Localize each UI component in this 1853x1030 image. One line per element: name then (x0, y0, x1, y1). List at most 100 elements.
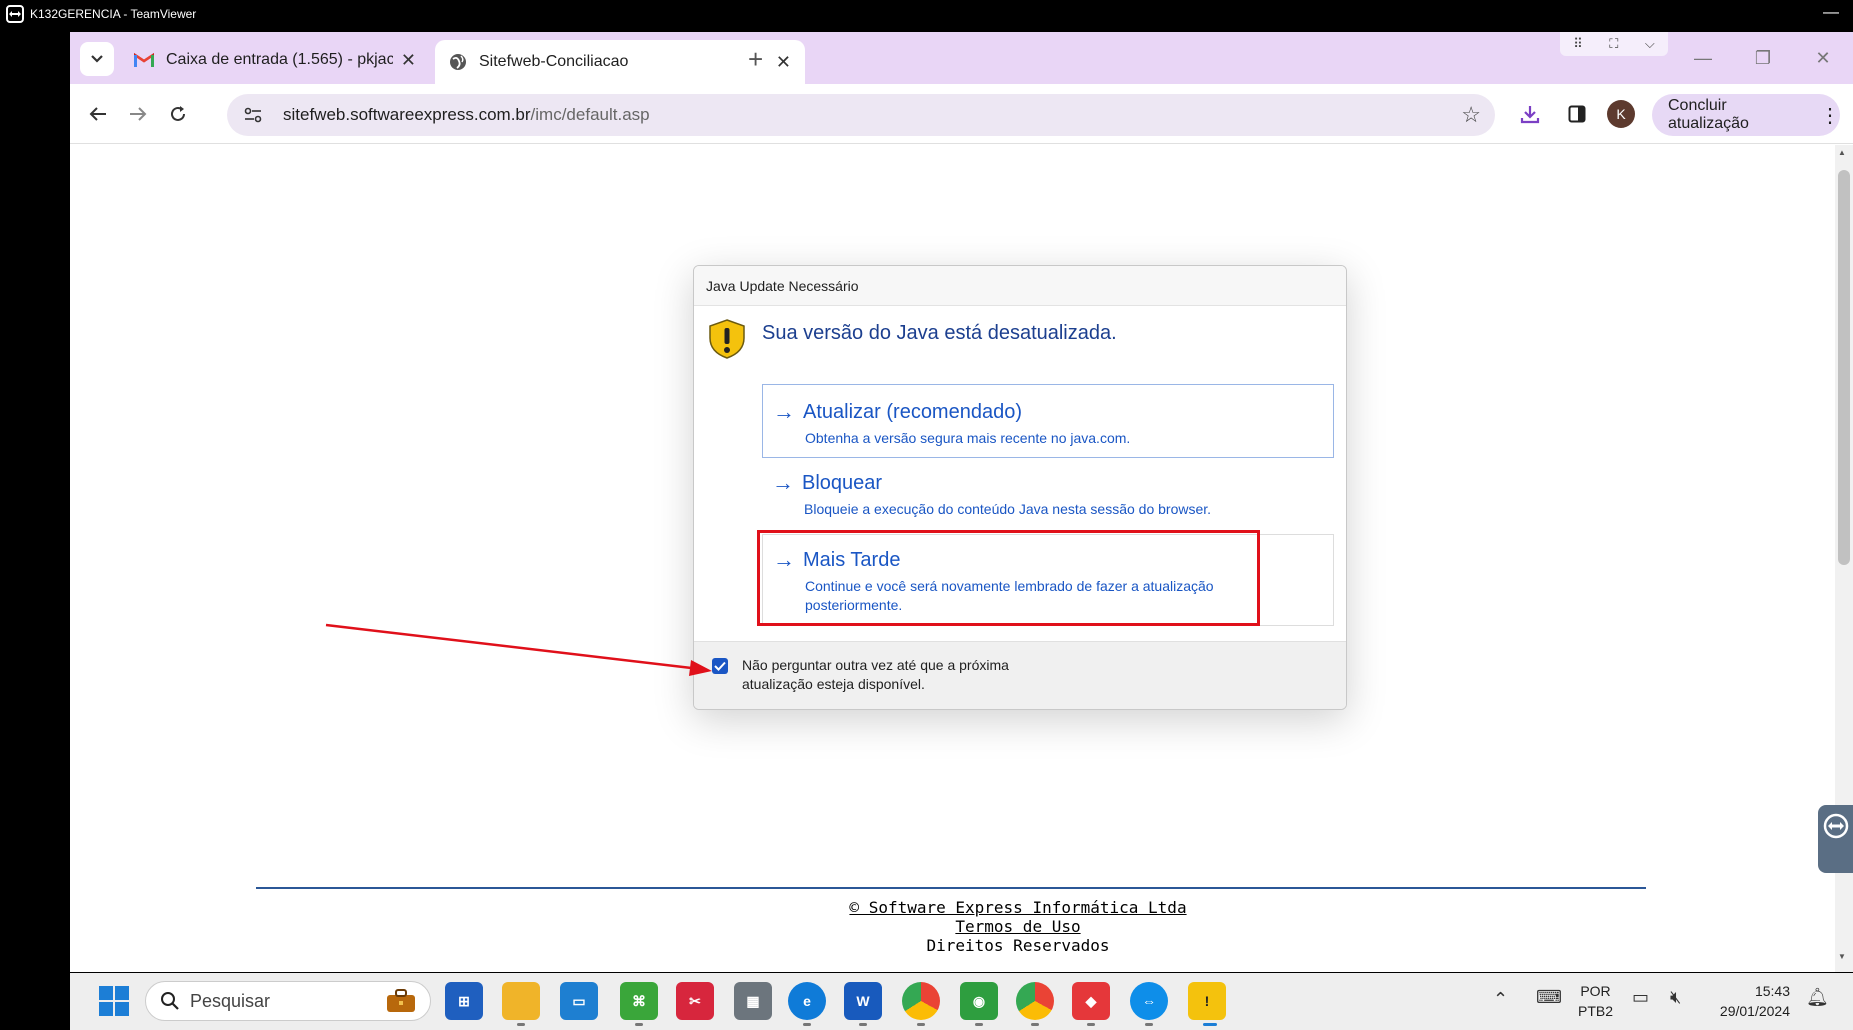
arrow-right-icon: → (772, 470, 794, 495)
drag-handle-icon[interactable]: ⠿ (1573, 36, 1583, 52)
word-icon[interactable]: W (844, 982, 882, 1020)
running-indicator (1087, 1023, 1095, 1026)
back-button[interactable] (78, 94, 118, 134)
block-option[interactable]: → Bloquear Bloqueie a execução do conteúd… (762, 466, 1334, 536)
minimize-button[interactable]: — (1673, 48, 1733, 69)
windows-taskbar: Pesquisar ⊞ ▭ ⌘ ✂ ▦ e W ◉ ◆ ⇔ ! ⌃ ⌨ POR … (70, 973, 1853, 1030)
teamviewer-minimize-button[interactable]: — (1823, 4, 1839, 22)
warning-shield-icon (706, 318, 748, 360)
update-option[interactable]: → Atualizar (recomendado) Obtenha a versã… (762, 384, 1334, 458)
annotation-highlight-box (757, 530, 1260, 626)
browser-toolbar: sitefweb.softwareexpress.com.br/imc/defa… (70, 84, 1853, 144)
reload-icon (169, 105, 187, 123)
taskbar-search[interactable]: Pesquisar (145, 981, 431, 1021)
update-button-label: Concluir atualização (1668, 97, 1749, 132)
running-indicator (803, 1023, 811, 1026)
url-path: /imc/default.asp (530, 105, 650, 124)
tab-search-button[interactable] (80, 42, 114, 76)
footer-rights: Direitos Reservados (926, 936, 1110, 955)
url-host: sitefweb.softwareexpress.com.br (283, 105, 531, 124)
volume-muted-icon[interactable]: 🔇︎ (1670, 987, 1681, 1008)
restore-button[interactable]: ❐ (1733, 48, 1793, 69)
calculator-icon[interactable]: ▦ (734, 982, 772, 1020)
java-update-dialog: Java Update Necessário Sua versão do Jav… (693, 265, 1347, 710)
chrome-icon[interactable] (1016, 982, 1054, 1020)
arrow-left-icon (89, 106, 107, 122)
keyboard-icon[interactable]: ⌨ (1536, 987, 1562, 1008)
footer-divider (256, 887, 1646, 889)
url-text[interactable]: sitefweb.softwareexpress.com.br/imc/defa… (283, 105, 1461, 125)
teamviewer-icon (1823, 813, 1849, 839)
teamviewer-window-title: K132GERENCIA - TeamViewer (30, 7, 197, 21)
running-indicator (859, 1023, 867, 1026)
fullscreen-icon[interactable]: ⛶ (1609, 36, 1618, 52)
file-explorer-icon[interactable] (502, 982, 540, 1020)
option-title: Bloquear (802, 471, 883, 494)
more-menu-icon[interactable]: ⋮ (1820, 103, 1840, 128)
remote-border-left (0, 28, 70, 973)
profile-avatar[interactable]: K (1607, 100, 1635, 128)
briefcase-icon (386, 989, 416, 1013)
chevron-down-icon[interactable]: ⌵ (1645, 36, 1655, 52)
dont-ask-again-label: Não perguntar outra vez até que a próxim… (742, 657, 1009, 692)
teamviewer-side-panel[interactable] (1818, 805, 1853, 873)
option-description: Bloqueie a execução do conteúdo Java nes… (804, 501, 1212, 517)
running-indicator (975, 1023, 983, 1026)
app-green-icon[interactable]: ◉ (960, 982, 998, 1020)
address-bar[interactable]: sitefweb.softwareexpress.com.br/imc/defa… (227, 94, 1495, 136)
gmail-icon (134, 52, 154, 68)
teamviewer-logo-icon (6, 5, 24, 23)
new-tab-button[interactable]: + (748, 44, 763, 75)
network-tool-icon[interactable]: ⌘ (620, 982, 658, 1020)
calculator-tool-icon[interactable]: ⊞ (445, 982, 483, 1020)
time: 15:43 (1754, 983, 1790, 999)
footer-terms-link[interactable]: Termos de Uso (718, 917, 1318, 936)
tab-title: Caixa de entrada (1.565) - pkjac (166, 51, 393, 68)
footer-copyright-link[interactable]: © Software Express Informática Ltda (718, 898, 1318, 917)
tab-title: Sitefweb-Conciliacao (479, 53, 629, 70)
tab-gmail[interactable]: Caixa de entrada (1.565) - pkjac ✕ (120, 40, 430, 80)
keyboard-layout: PTB2 (1578, 1003, 1614, 1019)
running-indicator (1145, 1023, 1153, 1026)
scrollbar-thumb[interactable] (1838, 170, 1850, 565)
search-placeholder: Pesquisar (190, 990, 271, 1011)
anydesk-icon[interactable]: ◆ (1072, 982, 1110, 1020)
arrow-right-icon (129, 106, 147, 122)
site-info-icon[interactable] (239, 101, 267, 129)
edge-icon[interactable]: e (788, 982, 826, 1020)
side-panel-button[interactable] (1557, 94, 1597, 134)
scroll-up-icon[interactable]: ▲ (1838, 148, 1846, 157)
forward-button[interactable] (118, 94, 158, 134)
chrome-profile-k-icon[interactable] (902, 982, 940, 1020)
teamviewer-mini-toolbar[interactable]: ⠿ ⛶ ⌵ (1560, 32, 1668, 56)
windows-start-icon[interactable] (98, 985, 130, 1017)
bookmark-star-icon[interactable]: ☆ (1461, 102, 1481, 128)
network-icon[interactable]: ▭ (1632, 987, 1649, 1008)
side-panel-icon (1568, 105, 1586, 123)
close-window-button[interactable]: ✕ (1793, 48, 1853, 69)
java-shield-icon[interactable]: ! (1188, 982, 1226, 1020)
search-icon (160, 991, 180, 1011)
running-indicator (517, 1023, 525, 1026)
tab-strip: Caixa de entrada (1.565) - pkjac ✕ Sitef… (70, 32, 1853, 84)
snipping-tool-icon[interactable]: ✂ (676, 982, 714, 1020)
reload-button[interactable] (158, 94, 198, 134)
running-indicator (635, 1023, 643, 1026)
teamviewer-title-bar: K132GERENCIA - TeamViewer (0, 0, 1853, 28)
running-indicator (917, 1023, 925, 1026)
active-indicator (1203, 1023, 1217, 1026)
scroll-down-icon[interactable]: ▼ (1838, 952, 1846, 961)
tray-overflow-icon[interactable]: ⌃ (1493, 989, 1508, 1010)
teamviewer-taskbar-icon[interactable]: ⇔ (1130, 982, 1168, 1020)
update-chrome-button[interactable]: Concluir atualização ⋮ (1652, 94, 1840, 136)
notification-bell-icon[interactable]: 🔔︎ (1806, 987, 1829, 1008)
language-code: POR (1580, 983, 1611, 999)
remote-desktop-icon[interactable]: ▭ (560, 982, 598, 1020)
close-tab-icon[interactable]: ✕ (401, 50, 416, 71)
downloads-button[interactable] (1510, 94, 1550, 134)
download-icon (1520, 104, 1540, 124)
close-tab-icon[interactable]: ✕ (776, 52, 791, 73)
clock[interactable]: 15:43 29/01/2024 (1710, 981, 1790, 1021)
window-controls: — ❐ ✕ (1673, 32, 1853, 84)
input-language[interactable]: POR PTB2 (1578, 981, 1613, 1021)
